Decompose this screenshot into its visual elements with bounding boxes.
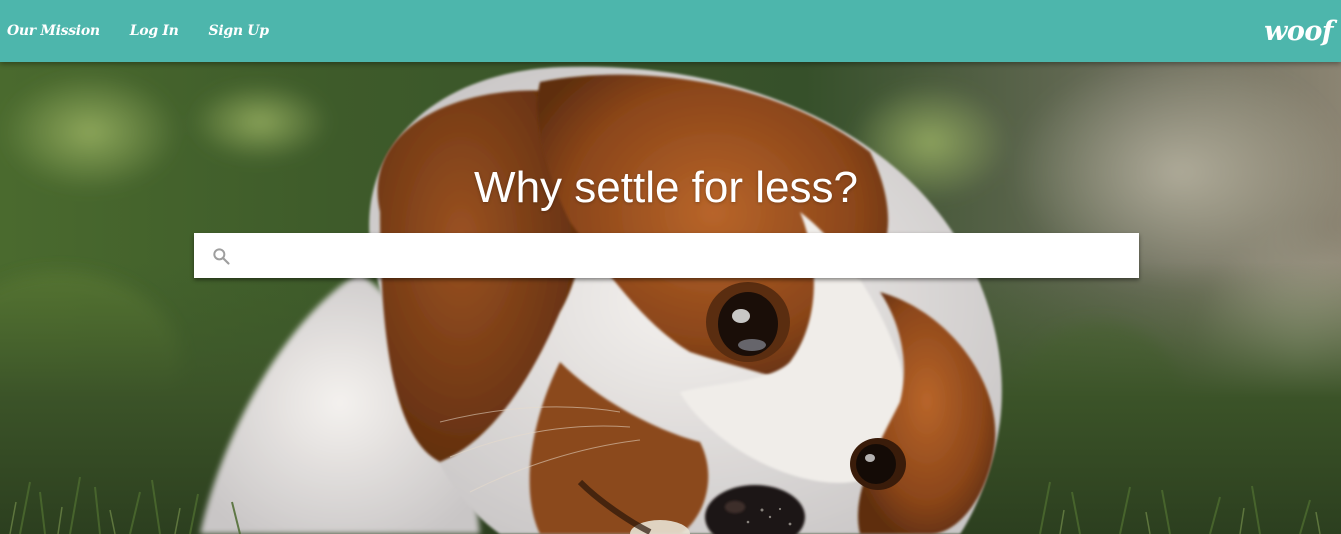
hero-background-photo (0, 62, 1341, 534)
nav-link-log-in[interactable]: Log In (115, 23, 194, 39)
brand-logo[interactable]: woof (1264, 0, 1333, 62)
hero-section (0, 62, 1341, 534)
nav-link-sign-up[interactable]: Sign Up (194, 23, 284, 39)
nav-link-our-mission[interactable]: Our Mission (0, 23, 115, 39)
top-navbar: Our Mission Log In Sign Up woof (0, 0, 1341, 62)
page: Our Mission Log In Sign Up woof Why sett… (0, 0, 1341, 534)
search-icon (211, 246, 231, 266)
search-input[interactable] (241, 235, 1139, 276)
nav-links: Our Mission Log In Sign Up (0, 0, 284, 62)
search-bar[interactable] (194, 233, 1139, 278)
hero-headline: Why settle for less? (474, 163, 858, 212)
